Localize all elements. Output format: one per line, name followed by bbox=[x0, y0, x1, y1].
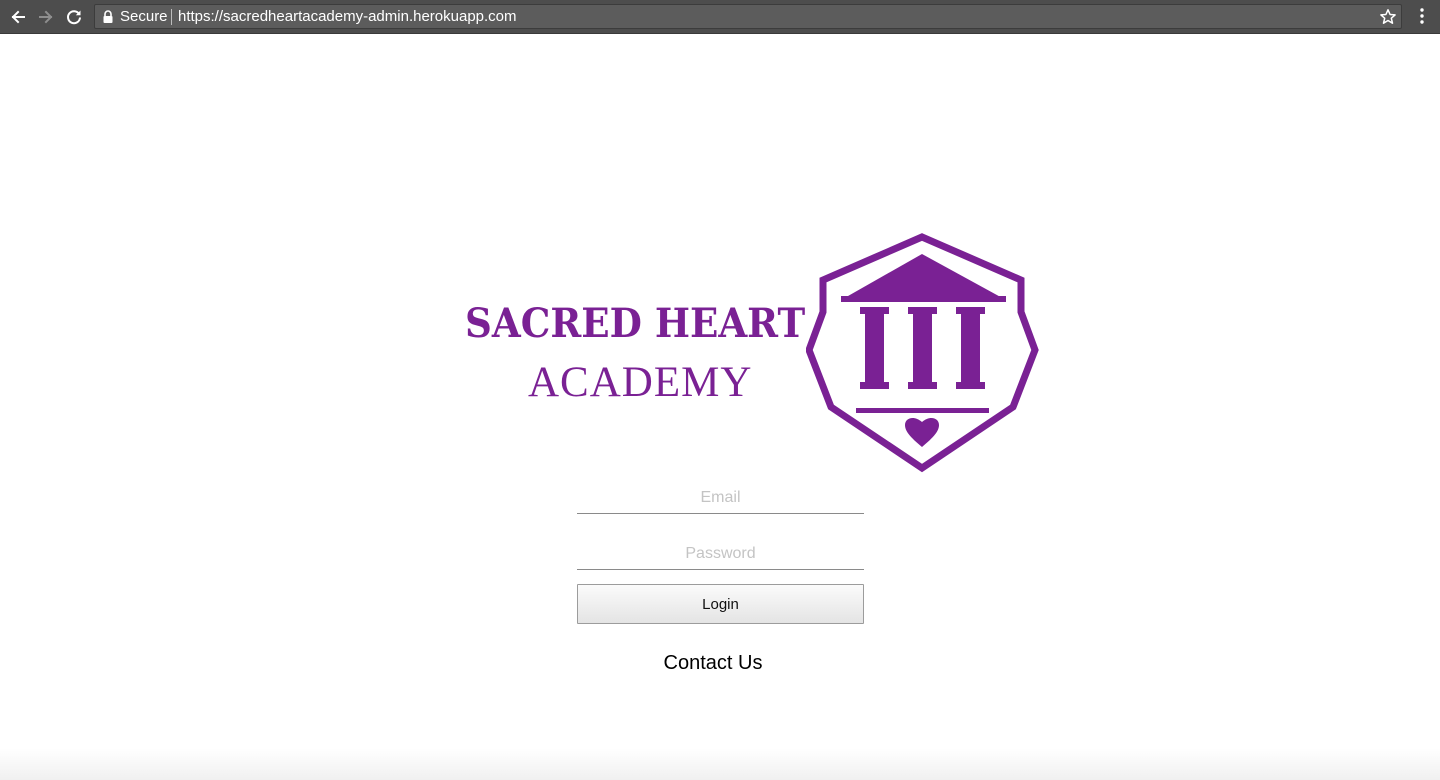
browser-menu-button[interactable] bbox=[1412, 6, 1432, 28]
email-field[interactable] bbox=[577, 482, 864, 514]
forward-button[interactable] bbox=[35, 6, 57, 28]
shield-temple-heart-icon bbox=[806, 233, 1039, 473]
address-bar[interactable]: Secure https://sacredheartacademy-admin.… bbox=[94, 4, 1402, 29]
url-text[interactable]: https://sacredheartacademy-admin.herokua… bbox=[178, 8, 517, 26]
kebab-menu-icon bbox=[1420, 8, 1424, 24]
lock-icon bbox=[103, 10, 113, 23]
secure-label: Secure bbox=[120, 8, 168, 25]
bottom-shadow bbox=[0, 748, 1440, 780]
academy-logo: SACRED HEART ACADEMY bbox=[462, 232, 1042, 474]
omnibox-separator bbox=[171, 9, 172, 25]
reload-button[interactable] bbox=[63, 6, 85, 28]
contact-us-link[interactable]: Contact Us bbox=[577, 652, 849, 675]
star-icon[interactable] bbox=[1379, 8, 1397, 26]
forward-arrow-icon bbox=[39, 10, 53, 24]
browser-toolbar: Secure https://sacredheartacademy-admin.… bbox=[0, 0, 1440, 34]
logo-text-line1: SACRED HEART bbox=[465, 300, 806, 347]
back-button[interactable] bbox=[7, 6, 29, 28]
reload-icon bbox=[67, 10, 81, 25]
logo-text-line2: ACADEMY bbox=[528, 359, 753, 406]
login-button[interactable]: Login bbox=[577, 584, 864, 624]
password-field[interactable] bbox=[577, 538, 864, 570]
back-arrow-icon bbox=[11, 10, 25, 24]
